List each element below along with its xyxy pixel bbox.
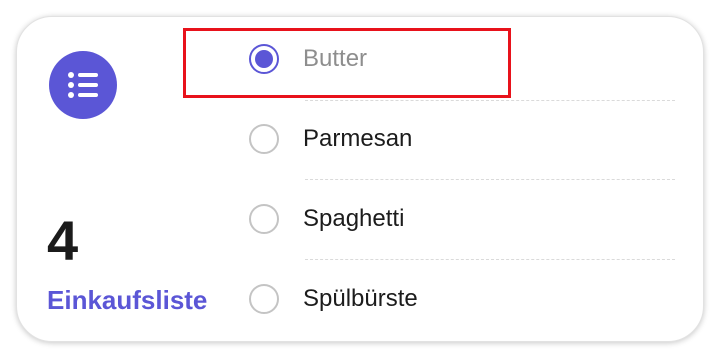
radio-unchecked-icon[interactable] bbox=[249, 284, 279, 314]
item-divider bbox=[305, 179, 675, 180]
item-divider bbox=[305, 100, 675, 101]
radio-unchecked-icon[interactable] bbox=[249, 204, 279, 234]
highlight-box bbox=[183, 28, 511, 98]
list-bullet-icon[interactable] bbox=[49, 51, 117, 119]
item-count: 4 bbox=[47, 209, 78, 272]
list-item-parmesan[interactable]: Parmesan bbox=[247, 111, 687, 171]
reminders-widget: 4 Einkaufsliste Butter Parmesan Spaghett… bbox=[16, 16, 704, 342]
list-item-label: Parmesan bbox=[303, 125, 413, 152]
list-item-label: Spülbürste bbox=[303, 285, 418, 312]
list-item-spuelbuerste[interactable]: Spülbürste bbox=[247, 271, 687, 331]
list-item-spaghetti[interactable]: Spaghetti bbox=[247, 191, 687, 251]
radio-unchecked-icon[interactable] bbox=[249, 124, 279, 154]
list-item-label: Spaghetti bbox=[303, 205, 405, 232]
list-title[interactable]: Einkaufsliste bbox=[47, 287, 207, 313]
item-divider bbox=[305, 259, 675, 260]
